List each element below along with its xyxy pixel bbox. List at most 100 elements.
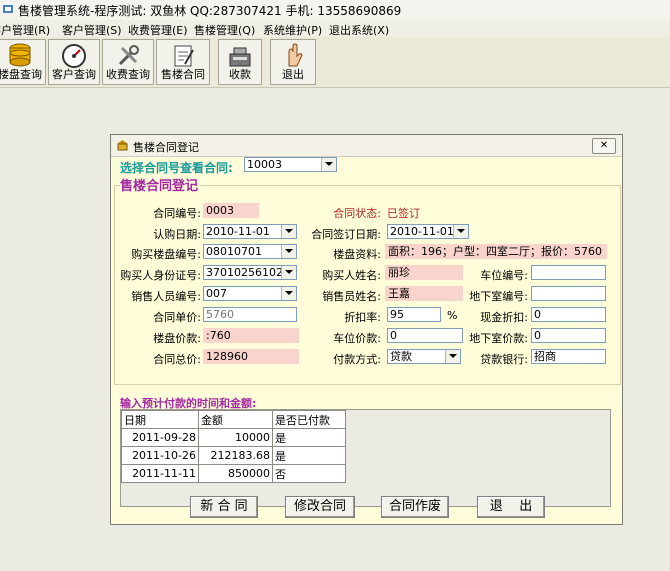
menu-item-customer-r[interactable]: 客户管理(R): [0, 22, 50, 38]
app-icon: [3, 5, 13, 13]
total-label: 合同总价:: [153, 353, 201, 366]
buyer-id-label: 购买人身份证号:: [120, 269, 201, 282]
toolbar-exit-button[interactable]: 退出: [270, 39, 316, 85]
parking-price-label: 车位价款:: [333, 332, 381, 345]
status-label: 合同状态:: [333, 207, 381, 220]
payment-paid[interactable]: 是: [272, 428, 346, 447]
basement-no-input[interactable]: [531, 286, 606, 301]
toolbar-payment-button[interactable]: 收款: [218, 39, 262, 85]
dialog-body: 选择合同号查看合同: 10003 售楼合同登记 合同编号: 0003 合同状态:…: [111, 157, 622, 524]
building-info-label: 楼盘资料:: [333, 248, 381, 261]
building-info-value: 面积：196；户型：四室二厅；报价：5760: [385, 244, 607, 259]
payment-paid[interactable]: 否: [272, 464, 346, 483]
buyer-name-label: 购买人姓名:: [322, 269, 381, 282]
sign-date-label: 合同签订日期:: [311, 228, 381, 241]
payment-paid[interactable]: 是: [272, 446, 346, 465]
toolbar-building-query-button[interactable]: 楼盘查询: [0, 39, 46, 85]
basement-price-input[interactable]: 0: [531, 328, 606, 343]
table-row[interactable]: 2011-09-28 10000 是: [121, 428, 346, 447]
toolbar-customer-query-button[interactable]: 客户查询: [48, 39, 100, 85]
close-button[interactable]: ✕: [592, 138, 616, 154]
unit-price-input[interactable]: 5760: [203, 307, 297, 322]
sales-name-value: 王嘉: [385, 286, 463, 301]
buyer-name-value: 丽珍: [385, 265, 463, 280]
parking-no-label: 车位编号:: [480, 269, 528, 282]
header-amount: 金额: [198, 410, 273, 429]
payment-amount[interactable]: 850000: [198, 464, 273, 483]
contract-select-value: 10003: [247, 158, 282, 171]
subscribe-date-value: 2010-11-01: [206, 225, 270, 238]
edit-contract-button[interactable]: 修改合同: [285, 496, 355, 518]
sign-date-value: 2010-11-01: [390, 225, 454, 238]
dialog-titlebar: 售楼合同登记 ✕: [111, 135, 622, 157]
buyer-id-select[interactable]: 370102561026192: [203, 265, 297, 280]
bank-input[interactable]: 招商: [531, 349, 606, 364]
unit-price-label: 合同单价:: [153, 311, 201, 324]
basement-price-label: 地下室价款:: [469, 332, 528, 345]
payment-method-value: 贷款: [390, 350, 412, 363]
building-no-label: 购买楼盘编号:: [131, 248, 201, 261]
parking-price-input[interactable]: 0: [387, 328, 463, 343]
dialog-title: 售楼合同登记: [133, 141, 199, 154]
contract-select[interactable]: 10003: [244, 157, 337, 172]
contract-no-value: 0003: [203, 203, 259, 218]
building-no-value: 08010701: [206, 245, 262, 258]
payment-date[interactable]: 2011-11-11: [121, 464, 199, 483]
payments-grid: 日期 金额 是否已付款 2011-09-28 10000 是 2011-10-2…: [120, 409, 611, 507]
cash-discount-label: 现金折扣:: [480, 311, 528, 324]
sign-date-picker[interactable]: 2010-11-01: [387, 224, 469, 239]
building-price-value: :760: [203, 328, 299, 343]
discount-label: 折扣率:: [344, 311, 381, 324]
toolbar-exit-label: 退出: [282, 68, 304, 81]
header-paid: 是否已付款: [272, 410, 346, 429]
discount-input[interactable]: 95: [387, 307, 441, 322]
table-row[interactable]: 2011-10-26 212183.68 是: [121, 446, 346, 465]
payments-table: 日期 金额 是否已付款 2011-09-28 10000 是 2011-10-2…: [121, 410, 346, 483]
toolbar-customer-query-label: 客户查询: [52, 68, 96, 81]
chevron-down-icon: [321, 158, 336, 171]
menu-item-sales[interactable]: 售楼管理(Q): [194, 22, 255, 38]
toolbar-building-query-label: 楼盘查询: [0, 68, 42, 81]
building-price-label: 楼盘价款:: [153, 332, 201, 345]
payment-date[interactable]: 2011-10-26: [121, 446, 199, 465]
payment-method-label: 付款方式:: [333, 353, 381, 366]
cash-discount-input[interactable]: 0: [531, 307, 606, 322]
menu-item-fee[interactable]: 收费管理(E): [128, 22, 188, 38]
chevron-down-icon: [445, 350, 460, 363]
basement-no-label: 地下室编号:: [469, 290, 528, 303]
void-contract-button[interactable]: 合同作废: [381, 496, 449, 518]
toolbar: 楼盘查询 客户查询 收费查询 售楼合同 收款 退出: [0, 37, 670, 88]
toolbar-payment-label: 收款: [229, 68, 251, 81]
toolbar-contract-button[interactable]: 售楼合同: [156, 39, 210, 85]
header-date: 日期: [121, 410, 199, 429]
menu-item-exit[interactable]: 退出系统(X): [329, 22, 389, 38]
parking-no-input[interactable]: [531, 265, 606, 280]
sales-name-label: 销售员姓名:: [322, 290, 381, 303]
building-no-select[interactable]: 08010701: [203, 244, 297, 259]
sales-no-value: 007: [206, 287, 227, 300]
status-value: 已签订: [387, 207, 420, 220]
new-contract-button[interactable]: 新 合 同: [190, 496, 258, 518]
payment-amount[interactable]: 10000: [198, 428, 273, 447]
app-title: 售楼管理系统-程序测试: 双鱼林 QQ:287307421 手机: 135586…: [18, 4, 402, 18]
menu-item-customer-s[interactable]: 客户管理(S): [62, 22, 122, 38]
bank-label: 贷款银行:: [480, 353, 528, 366]
chevron-down-icon: [453, 225, 468, 238]
table-row[interactable]: 2011-11-11 850000 否: [121, 464, 346, 483]
app-titlebar: 售楼管理系统-程序测试: 双鱼林 QQ:287307421 手机: 135586…: [0, 0, 670, 21]
contract-no-label: 合同编号:: [153, 207, 201, 220]
contract-dialog: 售楼合同登记 ✕ 选择合同号查看合同: 10003 售楼合同登记 合同编号: 0…: [110, 134, 623, 525]
contract-select-label: 选择合同号查看合同:: [120, 161, 233, 175]
total-value: 128960: [203, 349, 299, 364]
section-title: 售楼合同登记: [120, 175, 201, 194]
payment-amount[interactable]: 212183.68: [198, 446, 273, 465]
toolbar-fee-query-button[interactable]: 收费查询: [102, 39, 154, 85]
sales-no-select[interactable]: 007: [203, 286, 297, 301]
payment-method-select[interactable]: 贷款: [387, 349, 461, 364]
table-header-row: 日期 金额 是否已付款: [121, 410, 346, 429]
menu-item-system[interactable]: 系统维护(P): [263, 22, 322, 38]
subscribe-date-label: 认购日期:: [153, 228, 201, 241]
payment-date[interactable]: 2011-09-28: [121, 428, 199, 447]
exit-button[interactable]: 退 出: [477, 496, 545, 518]
discount-unit: %: [447, 309, 458, 322]
